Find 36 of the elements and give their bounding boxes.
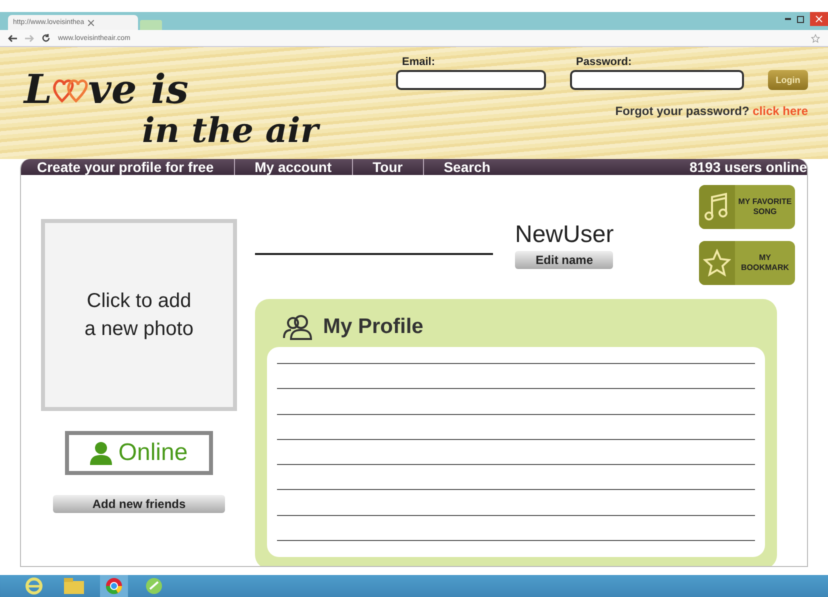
app-icon[interactable] [145, 577, 163, 595]
star-icon [703, 249, 731, 277]
add-friends-button[interactable]: Add new friends [53, 495, 225, 513]
field-label: Email: [401, 56, 436, 68]
star-icon[interactable] [811, 34, 820, 42]
status-text: Online [118, 439, 188, 467]
nav-link[interactable]: Create your profile for free [37, 159, 234, 175]
logo-text: ve is [88, 69, 188, 111]
add-photo-area[interactable]: Click to add a new photo [41, 219, 237, 411]
forgot-password-text: Forgot your password? click here [614, 104, 808, 118]
email-field[interactable] [396, 70, 546, 90]
close-icon[interactable] [810, 12, 828, 26]
user-name: NewUser [515, 221, 614, 249]
people-icon [283, 314, 313, 340]
field-label: Password: [575, 56, 633, 68]
nav-link[interactable]: My account [234, 159, 352, 175]
nav-link[interactable]: Search [422, 159, 510, 175]
maximize-icon[interactable] [797, 16, 804, 22]
reload-icon[interactable] [42, 34, 50, 42]
logo-text: in the air [142, 111, 318, 151]
side-menu-button[interactable]: MY FAVORITE SONG [699, 185, 795, 229]
close-icon[interactable] [88, 20, 94, 26]
back-icon[interactable] [8, 34, 17, 42]
chrome-icon[interactable] [105, 577, 123, 595]
password-field[interactable] [570, 70, 744, 90]
side-menu-button[interactable]: MY BOOKMARK [699, 241, 795, 285]
edit-name-button[interactable]: Edit name [515, 251, 614, 269]
nav-link[interactable]: Tour [352, 159, 423, 175]
logo-text: L [24, 69, 52, 111]
profile-text-area[interactable] [267, 347, 765, 557]
person-icon [90, 441, 112, 465]
browser-e-icon[interactable] [25, 577, 43, 595]
hearts-icon [52, 77, 88, 103]
panel-title: My Profile [323, 315, 424, 339]
music-note-icon [704, 192, 730, 222]
users-online-count: 8193 users online [689, 159, 807, 175]
